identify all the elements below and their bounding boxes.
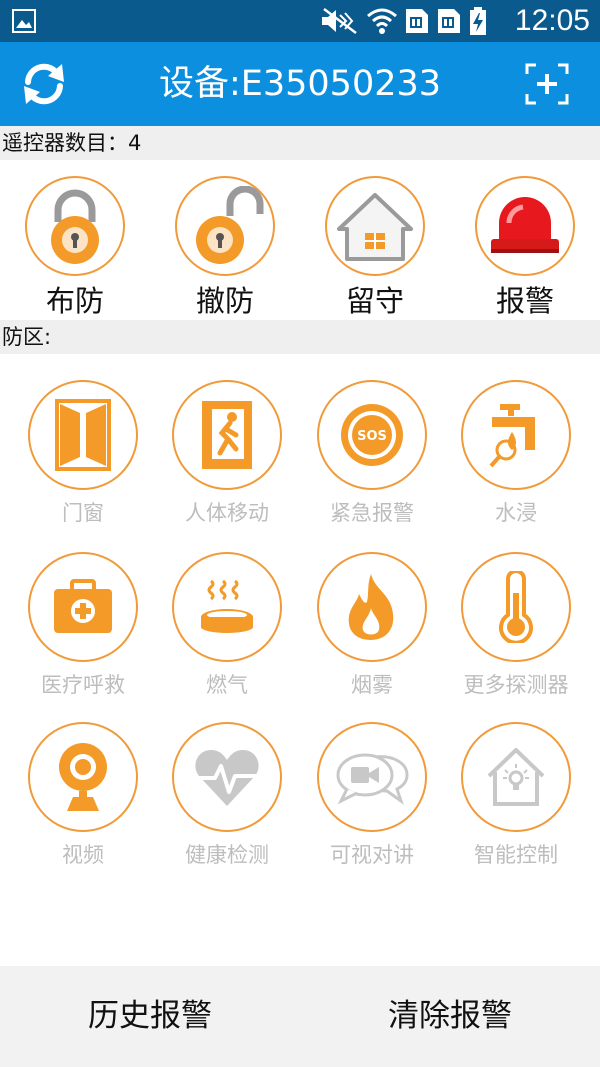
history-alarm-button[interactable]: 历史报警 [0,966,300,1067]
sim2-icon [438,9,460,33]
zone-medical[interactable]: 医疗呼救 [13,552,153,702]
smart-home-icon [487,748,545,806]
thermometer-icon [499,571,533,643]
sim1-icon [406,9,428,33]
zone-section-label: 防区: [0,320,600,354]
zone-label: 烟雾 [351,673,393,697]
zone-video-intercom[interactable]: 可视对讲 [302,722,442,872]
refresh-icon[interactable] [18,58,70,110]
zone-smoke[interactable]: 烟雾 [302,552,442,702]
status-bar: 12:05 [0,0,600,42]
zone-label: 医疗呼救 [41,673,125,697]
alarm-button[interactable]: 报警 [473,176,577,318]
webcam-icon [59,743,107,811]
sos-icon: SOS [341,404,403,466]
disarm-button[interactable]: 撤防 [173,176,277,318]
status-time: 12:05 [514,4,590,37]
video-chat-icon [336,753,409,805]
zone-more-detectors[interactable]: 更多探测器 [446,552,586,702]
remote-count-label: 遥控器数目：4 [0,126,600,160]
page-title: 设备:E35050233 [158,64,442,104]
zone-door-window[interactable]: 门窗 [13,380,153,530]
add-device-icon[interactable] [524,62,570,106]
zone-label: 水浸 [495,501,537,525]
gallery-icon [12,9,36,33]
gas-stove-icon [201,579,253,633]
svg-text:SOS: SOS [357,429,387,444]
fire-icon [348,574,394,640]
zone-label: 紧急报警 [330,501,414,525]
house-icon [337,193,413,261]
wifi-icon [367,8,397,34]
title-bar: 设备:E35050233 [0,42,600,126]
zone-label: 智能控制 [474,843,558,867]
clear-alarm-button[interactable]: 清除报警 [300,966,600,1067]
zone-health[interactable]: 健康检测 [157,722,297,872]
alarm-label: 报警 [495,284,554,318]
zone-label: 人体移动 [185,501,269,525]
zone-smart-control[interactable]: 智能控制 [446,722,586,872]
zone-motion[interactable]: 人体移动 [157,380,297,530]
siren-icon [491,197,559,253]
stay-label: 留守 [345,284,404,318]
status-icons [320,6,488,36]
first-aid-kit-icon [54,579,112,633]
zone-label: 更多探测器 [463,673,569,697]
heart-pulse-icon [195,750,259,806]
arm-button[interactable]: 布防 [23,176,127,318]
mute-icon [322,8,357,34]
unlocked-padlock-icon [196,186,264,264]
zone-label: 门窗 [62,501,104,525]
zone-emergency[interactable]: SOS 紧急报警 [302,380,442,530]
running-man-icon [202,401,252,469]
zone-video[interactable]: 视频 [13,722,153,872]
water-tap-icon [489,404,535,468]
arm-label: 布防 [45,284,104,318]
stay-button[interactable]: 留守 [323,176,427,318]
disarm-label: 撤防 [195,284,254,318]
battery-charging-icon [470,7,486,35]
zone-label: 燃气 [206,673,248,697]
locked-padlock-icon [51,189,99,264]
zone-gas[interactable]: 燃气 [157,552,297,702]
door-window-icon [55,399,111,471]
bottom-action-bar: 历史报警 清除报警 [0,966,600,1067]
zone-label: 可视对讲 [330,843,414,867]
zone-label: 健康检测 [185,843,269,867]
zone-water[interactable]: 水浸 [446,380,586,530]
zone-label: 视频 [62,843,104,867]
